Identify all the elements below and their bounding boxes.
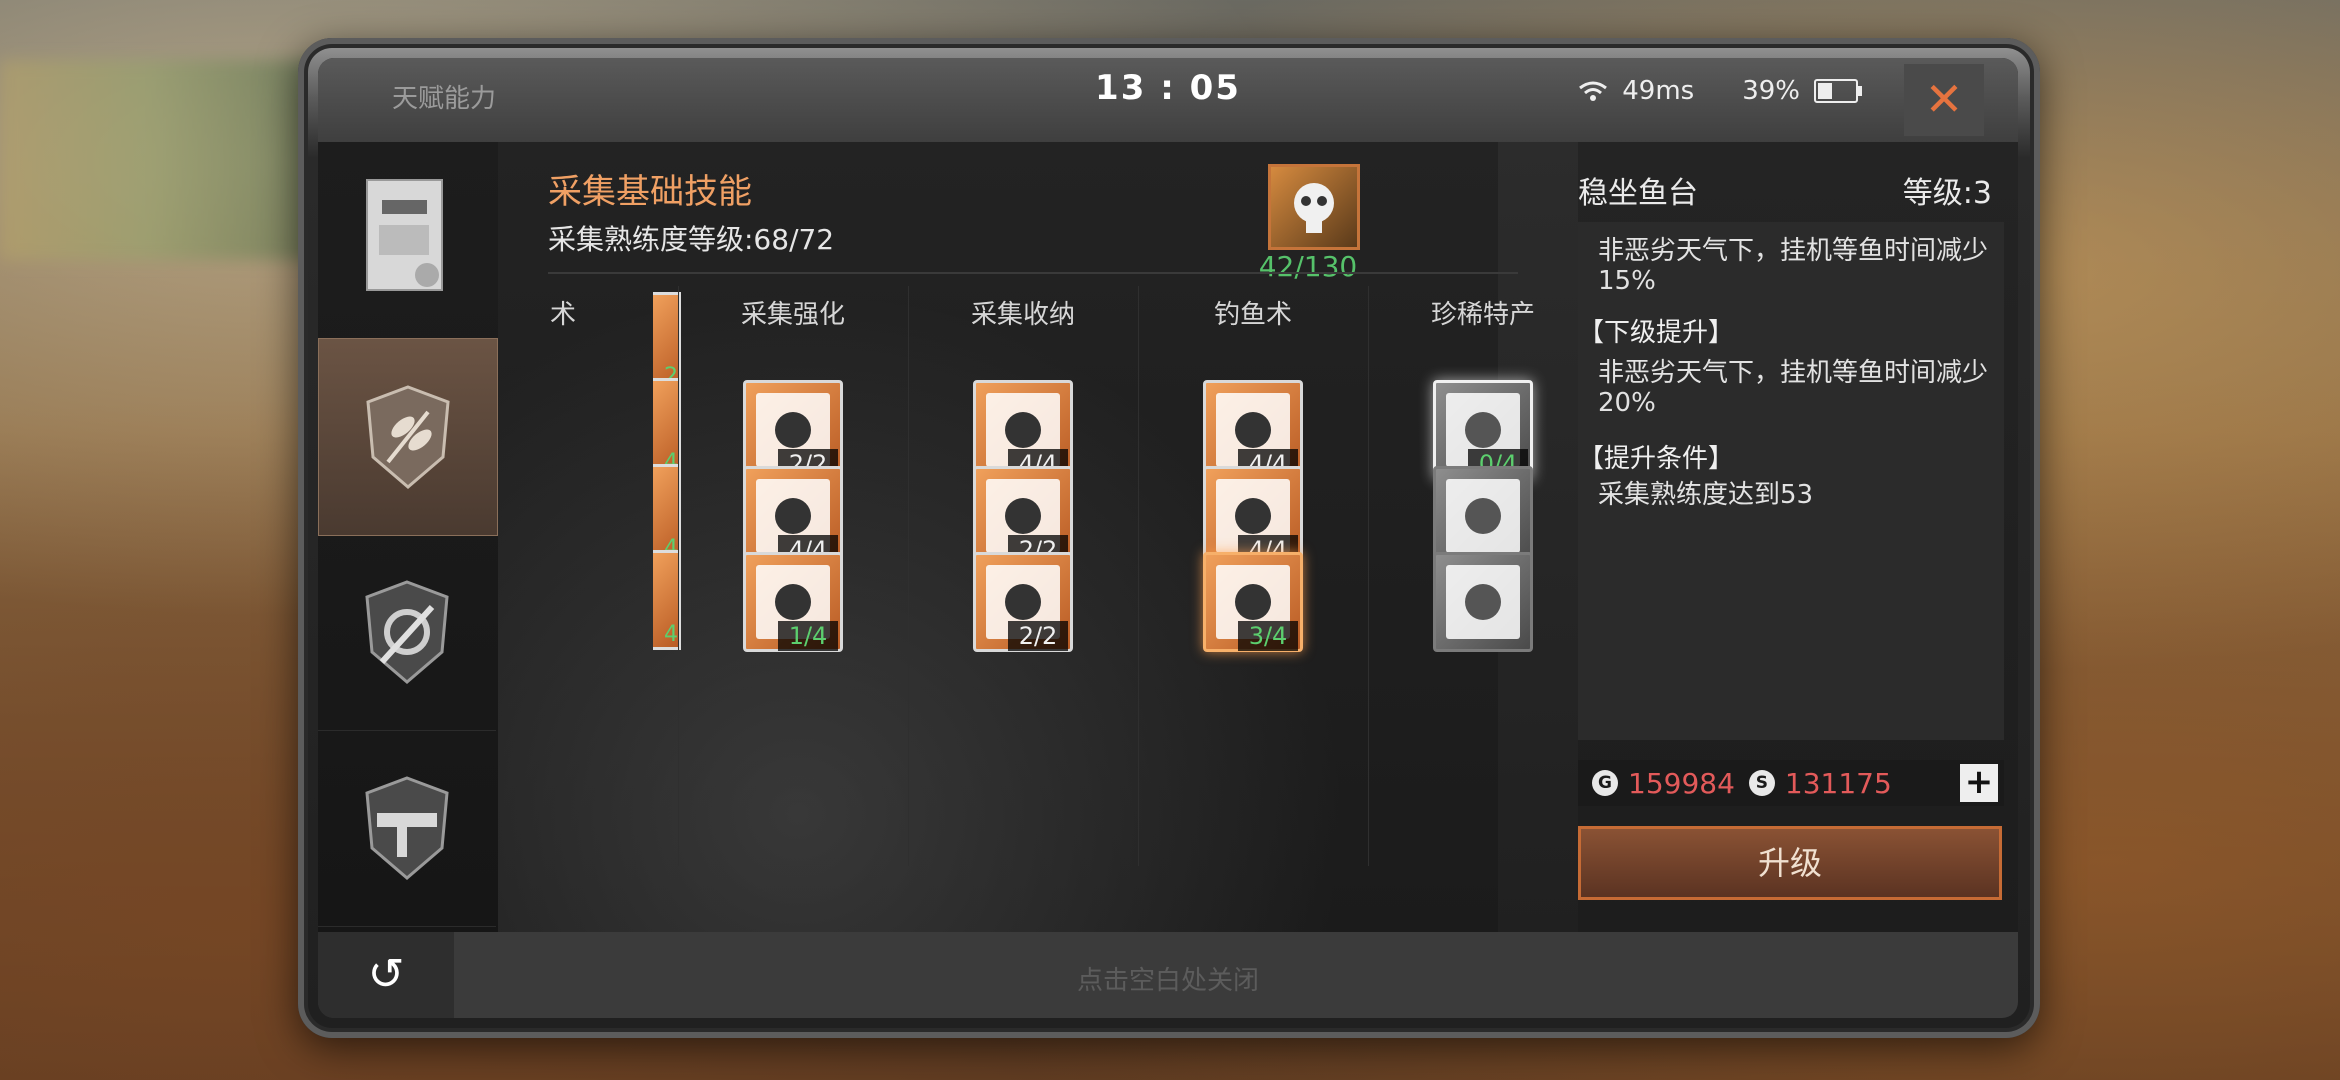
skull-face-icon: [1294, 183, 1334, 233]
add-currency-button[interactable]: +: [1960, 764, 1998, 802]
next-level-header: 【下级提升】: [1578, 318, 1735, 348]
leaf-crest-icon: [366, 385, 450, 489]
partial-skill[interactable]: 4: [653, 464, 681, 564]
upgrade-condition: 采集熟练度达到53: [1598, 480, 1814, 510]
skill-category-title: 采集基础技能: [548, 172, 752, 212]
upgrade-button[interactable]: 升级: [1578, 826, 2002, 900]
skill-node[interactable]: 4/4: [743, 466, 843, 566]
talent-screen: 天赋能力 13 : 05 49ms 39% ✕ 采集基础技能 采集熟练度等级:6…: [318, 58, 2018, 1018]
skill-node[interactable]: [1433, 552, 1533, 652]
gear-hammer-icon: [365, 580, 449, 684]
skill-level-badge: 3/4: [1238, 621, 1298, 651]
skill-detail-panel: 稳坐鱼台 等级:3 非恶劣天气下，挂机等鱼时间减少15% 【下级提升】 非恶劣天…: [1578, 142, 2018, 932]
gold-coin-icon: G: [1592, 770, 1618, 796]
wifi-icon: [1579, 81, 1608, 101]
gold-cost: 159984: [1628, 766, 1735, 800]
proficiency-level: 采集熟练度等级:68/72: [548, 223, 835, 256]
bottom-bar: ↺ 点击空白处关闭: [318, 932, 2018, 1018]
skill-node[interactable]: 4/4: [1203, 466, 1303, 566]
skill-node[interactable]: 2/2: [973, 552, 1073, 652]
uzi-icon: [365, 776, 449, 880]
column-header: 珍稀特产: [1430, 300, 1535, 330]
skill-name: 稳坐鱼台: [1578, 176, 1698, 211]
column-header-partial: 术: [549, 300, 576, 330]
battery-icon: [1814, 79, 1862, 103]
status-indicators: 49ms 39%: [1578, 76, 1862, 106]
current-effect: 非恶劣天气下，挂机等鱼时间减少15%: [1598, 236, 1989, 296]
ore-pile-icon: [1446, 565, 1520, 639]
skill-description: 非恶劣天气下，挂机等鱼时间减少15% 【下级提升】 非恶劣天气下，挂机等鱼时间减…: [1578, 222, 2004, 740]
skill-node[interactable]: 4/4: [973, 380, 1073, 480]
skill-node[interactable]: 3/4: [1203, 552, 1303, 652]
column-header: 钓鱼术: [1213, 300, 1292, 330]
skill-level-badge: 2/2: [1008, 621, 1068, 651]
close-hint[interactable]: 点击空白处关闭: [318, 960, 2018, 997]
ping-value: 49ms: [1622, 76, 1695, 106]
ore-icon: [1446, 479, 1520, 553]
skill-node[interactable]: [1433, 466, 1533, 566]
character-avatar[interactable]: [1268, 164, 1360, 250]
skill-node[interactable]: 2/2: [743, 380, 843, 480]
close-button[interactable]: ✕: [1904, 64, 1984, 136]
status-bar: 天赋能力 13 : 05 49ms 39% ✕: [318, 58, 2018, 142]
partial-skill[interactable]: 2: [653, 292, 681, 392]
condition-header: 【提升条件】: [1578, 444, 1735, 474]
category-sidebar: [318, 142, 498, 932]
partial-skill[interactable]: 4: [653, 550, 681, 650]
skill-tree-panel: 采集基础技能 采集熟练度等级:68/72 42/130 术 2 4 4 4 采集…: [498, 142, 1535, 986]
tab-gathering[interactable]: [318, 338, 498, 536]
tab-crafting[interactable]: [318, 534, 496, 731]
skill-level: 等级:3: [1902, 176, 1992, 211]
column-header: 采集强化: [740, 300, 845, 330]
skill-node[interactable]: 1/4: [743, 552, 843, 652]
silver-coin-icon: S: [1748, 770, 1775, 796]
tab-weapons[interactable]: [318, 730, 496, 927]
silver-cost: 131175: [1784, 766, 1892, 800]
certificate-icon: [366, 179, 443, 291]
divider: [548, 272, 1518, 274]
column-header: 采集收纳: [970, 300, 1075, 330]
upgrade-cost: G 159984 S 131175 +: [1578, 760, 2004, 806]
skill-level-badge: 1/4: [778, 621, 838, 651]
skill-node[interactable]: 4/4: [1203, 380, 1303, 480]
next-effect: 非恶劣天气下，挂机等鱼时间减少20%: [1598, 358, 1989, 418]
battery-percent: 39%: [1742, 76, 1800, 106]
avatar-progress: 42/130: [1258, 250, 1358, 283]
skill-node[interactable]: 0/4: [1433, 380, 1533, 480]
background-blur: [0, 60, 330, 260]
partial-skill[interactable]: 4: [653, 378, 681, 478]
skill-node[interactable]: 2/2: [973, 466, 1073, 566]
